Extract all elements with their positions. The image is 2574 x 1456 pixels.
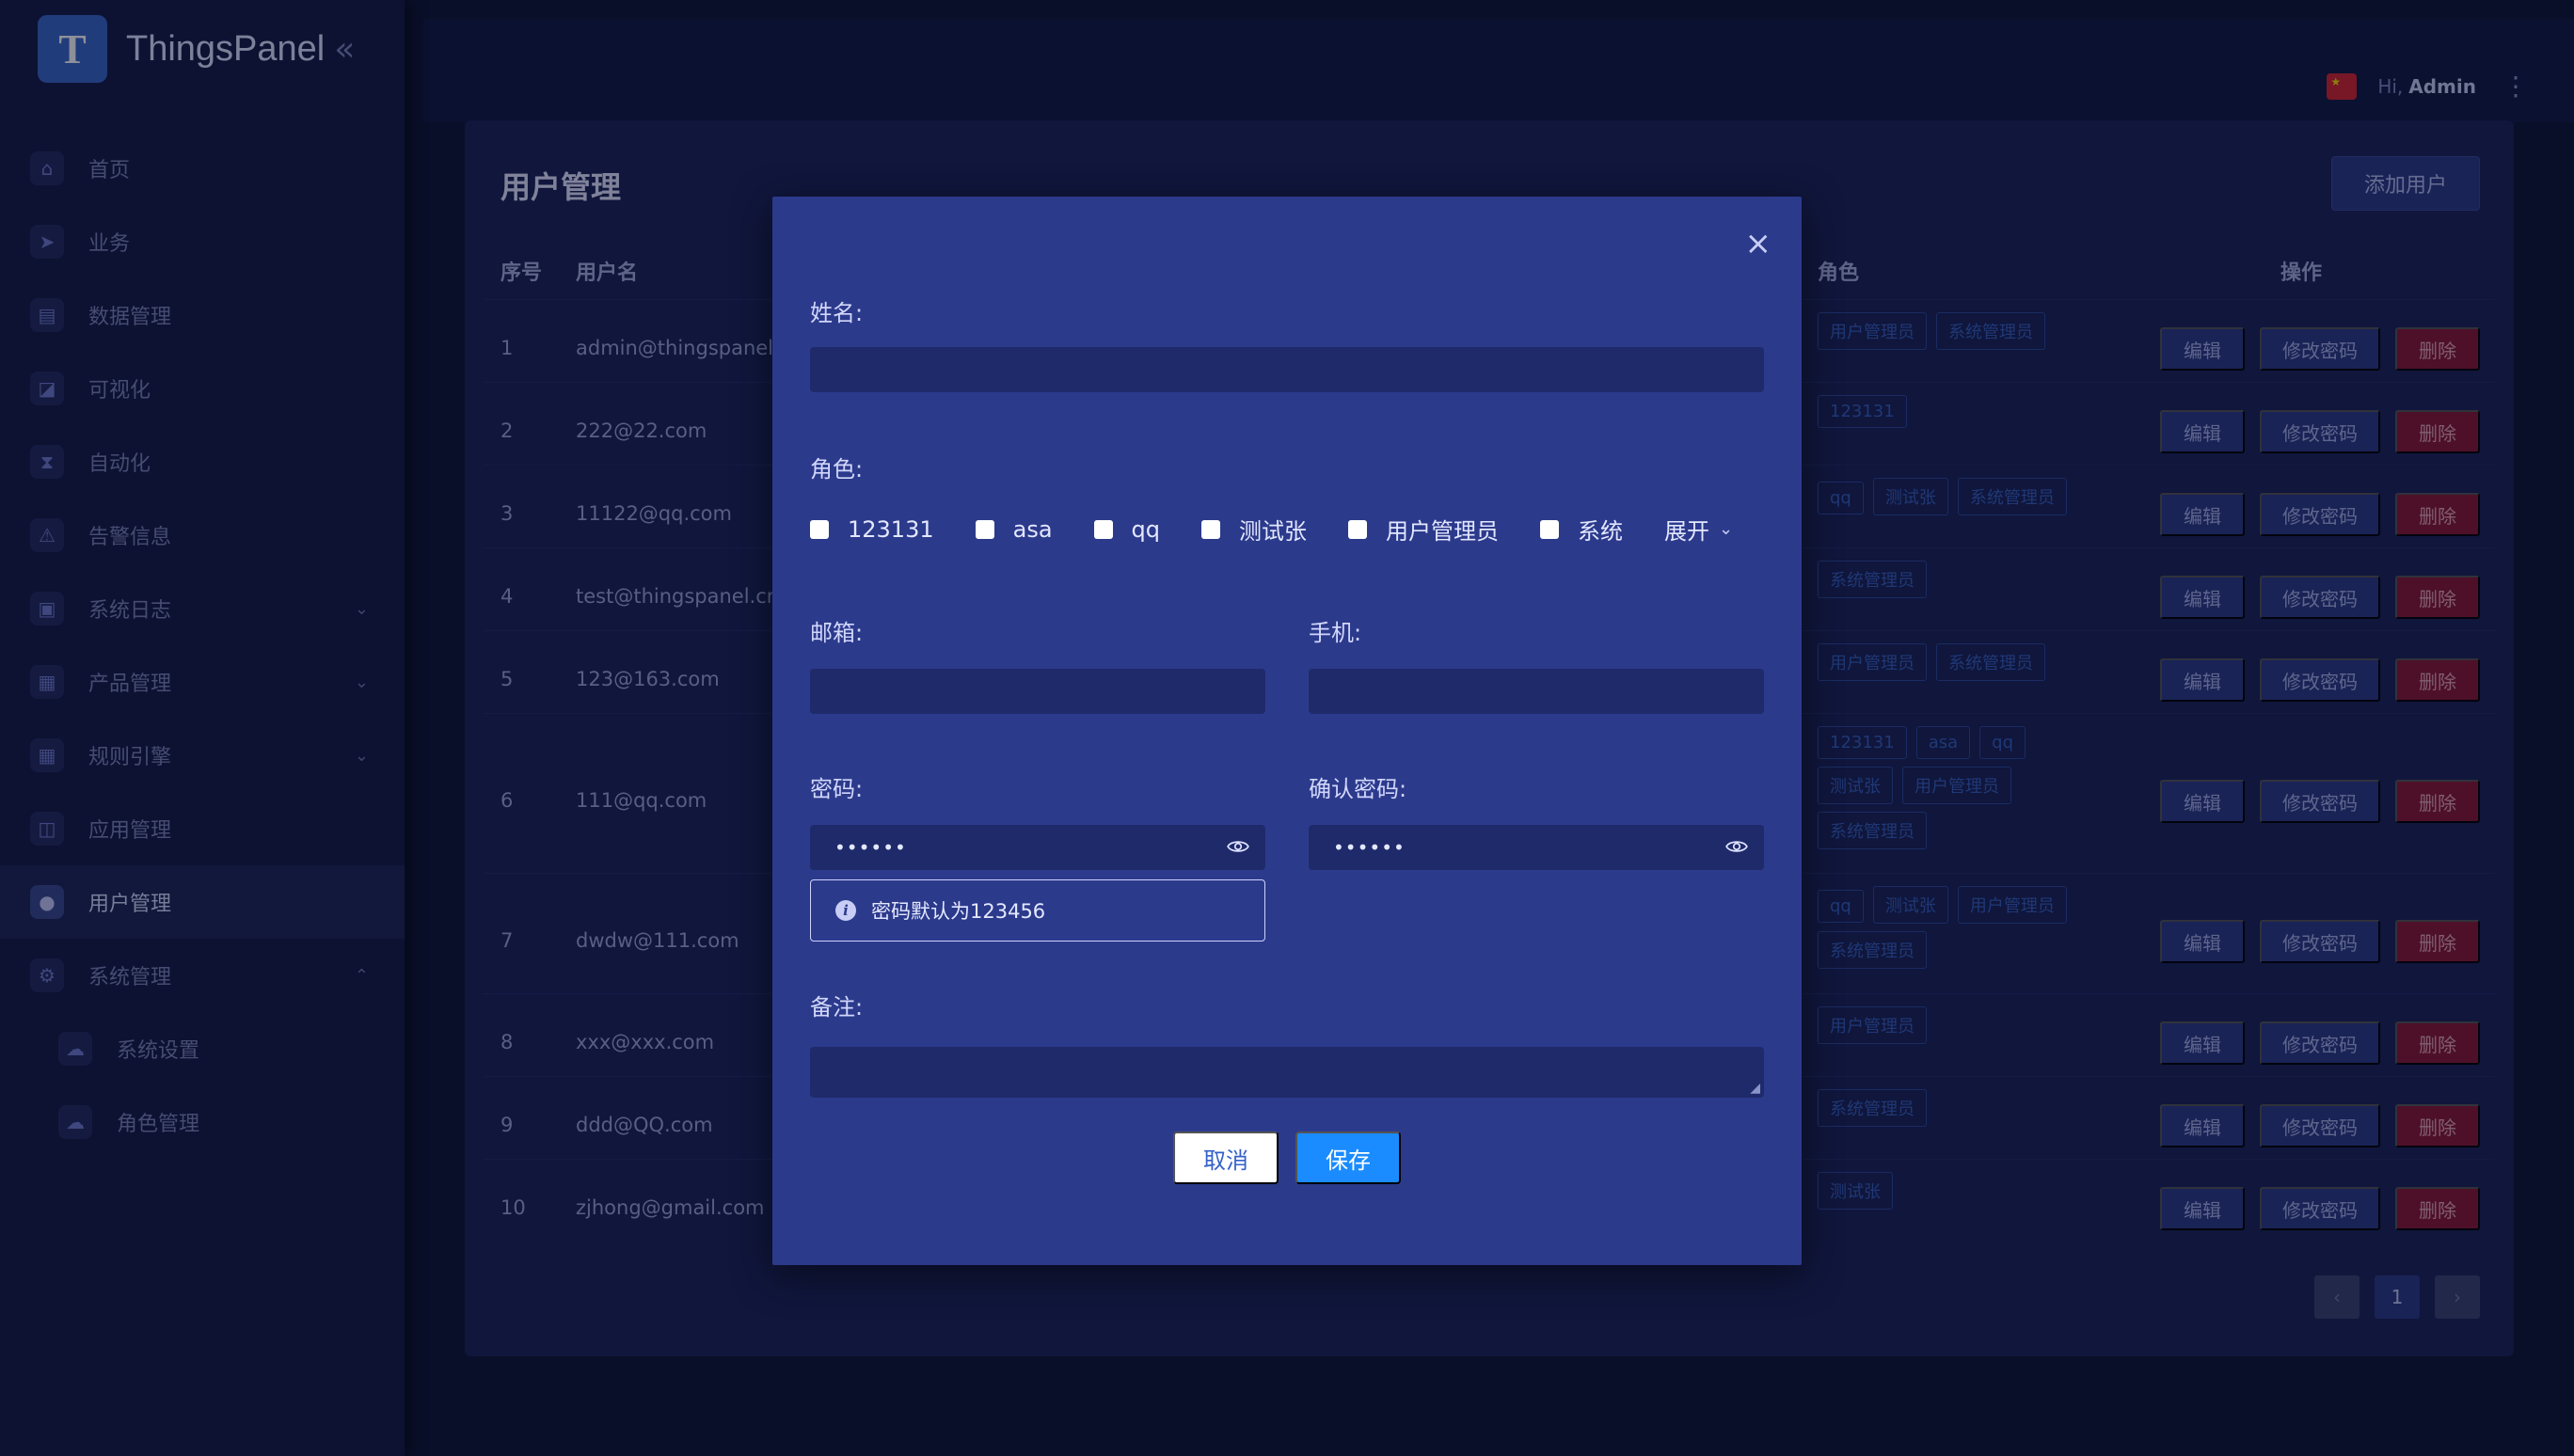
role-option-label: asa [1012, 515, 1053, 543]
chevron-down-icon: ⌄ [1719, 519, 1734, 539]
close-icon[interactable]: × [1745, 225, 1772, 262]
eye-icon[interactable] [1724, 834, 1749, 859]
password-value: •••••• [834, 836, 907, 859]
role-option-label: 用户管理员 [1386, 518, 1500, 545]
phone-label: 手机: [1309, 620, 1362, 646]
role-option[interactable]: qq [1093, 515, 1161, 543]
eye-icon[interactable] [1226, 834, 1250, 859]
cancel-button[interactable]: 取消 [1173, 1132, 1279, 1184]
role-checkbox[interactable] [1348, 519, 1368, 539]
resize-handle-icon[interactable]: ◢ [1750, 1081, 1760, 1096]
expand-label: 展开 [1664, 518, 1710, 545]
role-option-label: qq [1131, 515, 1161, 543]
role-option-label: 测试张 [1239, 518, 1308, 545]
name-label: 姓名: [810, 300, 864, 326]
role-option[interactable]: 测试张 [1201, 513, 1307, 546]
name-input[interactable] [810, 347, 1764, 392]
save-button[interactable]: 保存 [1295, 1132, 1401, 1184]
email-label: 邮箱: [810, 620, 864, 646]
role-option[interactable]: 系统 [1540, 513, 1623, 546]
role-checkbox-group: 123131 asa qq 测试张 用户管理员 系统 展开 ⌄ [810, 513, 1733, 546]
confirm-password-value: •••••• [1333, 836, 1406, 859]
role-checkbox[interactable] [1201, 519, 1221, 539]
info-icon: i [835, 900, 856, 921]
role-checkbox[interactable] [1540, 519, 1560, 539]
role-checkbox[interactable] [1093, 519, 1113, 539]
role-option[interactable]: asa [975, 515, 1053, 543]
password-hint: i 密码默认为123456 [810, 879, 1265, 942]
confirm-password-input[interactable]: •••••• [1309, 825, 1764, 870]
remark-label: 备注: [810, 994, 864, 1021]
confirm-password-label: 确认密码: [1309, 776, 1407, 802]
expand-roles-button[interactable]: 展开 ⌄ [1664, 513, 1733, 546]
email-input[interactable] [810, 669, 1265, 714]
password-hint-text: 密码默认为123456 [871, 900, 1046, 923]
role-option-label: 系统 [1578, 518, 1624, 545]
remark-textarea[interactable]: ◢ [810, 1047, 1764, 1098]
role-checkbox[interactable] [975, 519, 994, 539]
password-input[interactable]: •••••• [810, 825, 1265, 870]
password-label: 密码: [810, 776, 864, 802]
role-checkbox[interactable] [810, 519, 829, 539]
role-option-label: 123131 [848, 515, 934, 543]
phone-input[interactable] [1309, 669, 1764, 714]
roles-label: 角色: [810, 456, 864, 483]
role-option[interactable]: 123131 [810, 516, 934, 543]
user-form-modal: × 姓名: 角色: 123131 asa qq 测试张 用户管理员 系统 展开 ⌄ 邮箱: 手… [772, 197, 1802, 1265]
role-option[interactable]: 用户管理员 [1348, 513, 1499, 546]
